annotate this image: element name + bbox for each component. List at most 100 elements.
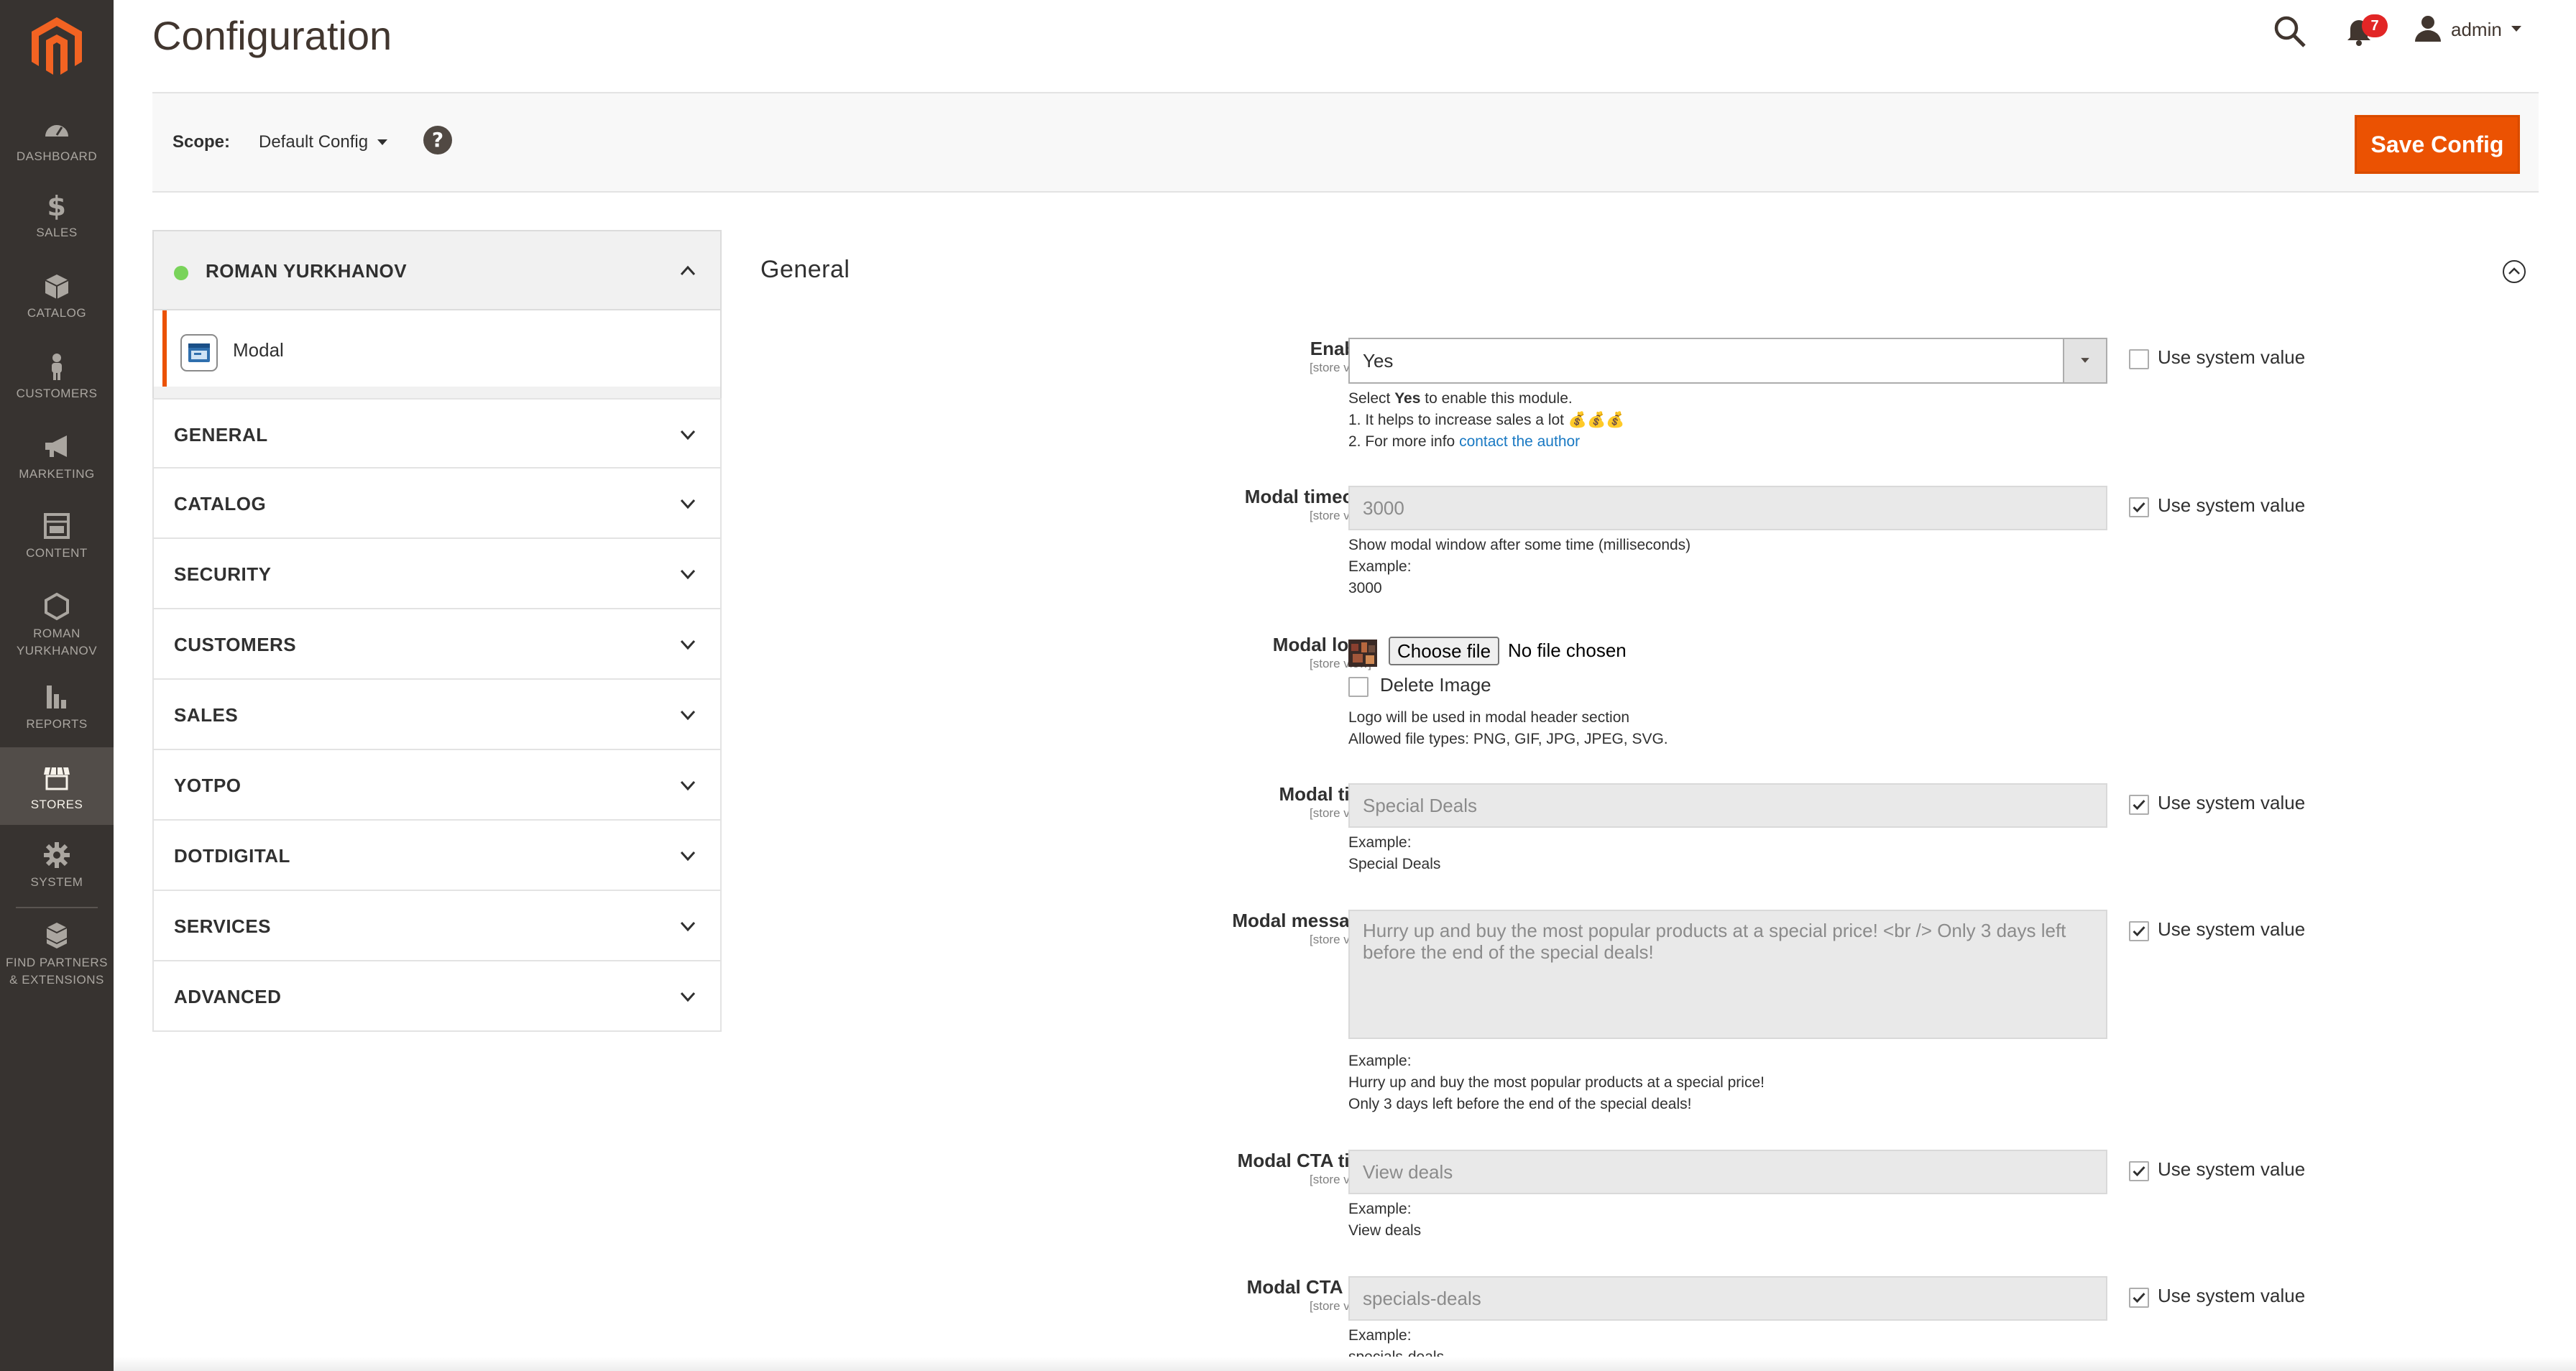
use-system-value-label: Use system value: [2158, 346, 2306, 368]
chevron-down-icon[interactable]: [678, 917, 697, 936]
nav-item-reports[interactable]: REPORTS: [0, 683, 114, 733]
timeout-input[interactable]: 3000: [1348, 486, 2107, 530]
config-section-title[interactable]: General: [760, 256, 850, 284]
nav-label: CONTENT: [26, 546, 88, 560]
nav-item-catalog[interactable]: CATALOG: [0, 272, 114, 322]
dashboard-icon: [45, 125, 68, 137]
note-text: 2. For more info: [1348, 433, 1460, 450]
save-config-button[interactable]: Save Config: [2355, 115, 2520, 174]
nav-label: FIND PARTNERS & EXTENSIONS: [6, 956, 108, 987]
tab-section-label: GENERAL: [174, 424, 268, 446]
note-text: Show modal window after some time (milli…: [1348, 537, 1691, 553]
tab-section-label: ADVANCED: [174, 986, 282, 1007]
scroll-shadow: [114, 1357, 2576, 1371]
cta-title-input[interactable]: View deals: [1348, 1150, 2107, 1194]
scope-switcher[interactable]: Default Config: [259, 132, 368, 152]
layout-icon: [44, 513, 70, 539]
note-text: Example:: [1348, 1053, 1412, 1069]
tab-section-customers[interactable]: CUSTOMERS: [152, 609, 722, 680]
bar-chart-icon: [47, 686, 66, 708]
note-text: Example:: [1348, 1327, 1412, 1344]
chevron-down-icon[interactable]: [678, 494, 697, 513]
nav-item-roman-yurkhanov[interactable]: ROMAN YURKHANOV: [0, 592, 114, 660]
admin-sidebar: DASHBOARD $ SALES CATALOG CUSTOMERS MARK…: [0, 0, 114, 1371]
delete-image-checkbox[interactable]: [1348, 677, 1368, 697]
nav-item-customers[interactable]: CUSTOMERS: [0, 352, 114, 402]
box-icon: [45, 274, 69, 299]
use-system-value-checkbox[interactable]: [2129, 497, 2149, 517]
tab-group-roman-yurkhanov[interactable]: ROMAN YURKHANOV: [152, 230, 722, 310]
nav-item-find-partners[interactable]: FIND PARTNERS & EXTENSIONS: [0, 921, 114, 989]
tab-section-label: SERVICES: [174, 915, 272, 937]
use-system-value-checkbox[interactable]: [2129, 921, 2149, 941]
use-system-value-checkbox[interactable]: [2129, 1288, 2149, 1308]
storefront-icon: [44, 767, 70, 790]
title-input[interactable]: Special Deals: [1348, 783, 2107, 828]
tab-section-advanced[interactable]: ADVANCED: [152, 961, 722, 1032]
nav-item-dashboard[interactable]: DASHBOARD: [0, 115, 114, 165]
delete-image-label: Delete Image: [1380, 674, 1491, 696]
use-system-value-label: Use system value: [2158, 494, 2306, 516]
chevron-down-icon[interactable]: [2510, 24, 2523, 33]
field-note: Example: View deals: [1348, 1199, 2107, 1242]
nav-item-sales[interactable]: $ SALES: [0, 191, 114, 241]
use-system-value-checkbox[interactable]: [2129, 349, 2149, 369]
user-menu-name[interactable]: admin: [2451, 19, 2502, 41]
nav-item-system[interactable]: SYSTEM: [0, 841, 114, 891]
person-icon: [52, 354, 62, 380]
use-system-value-label: Use system value: [2158, 1285, 2306, 1306]
use-system-value-checkbox[interactable]: [2129, 795, 2149, 815]
page-actions-bar: Scope: Default Config ? Save Config: [152, 92, 2539, 193]
chevron-up-icon[interactable]: [678, 262, 697, 280]
logo-thumbnail[interactable]: [1348, 640, 1377, 667]
collapse-circle-icon[interactable]: [2501, 259, 2527, 285]
tab-section-general[interactable]: GENERAL: [152, 398, 722, 468]
search-icon[interactable]: [2273, 14, 2307, 49]
magento-logo-icon[interactable]: [29, 16, 85, 78]
chevron-down-icon[interactable]: [678, 987, 697, 1006]
tab-section-catalog[interactable]: CATALOG: [152, 468, 722, 539]
field-note: Example: Special Deals: [1348, 832, 2107, 875]
check-icon: [2133, 1293, 2145, 1303]
use-system-value-checkbox[interactable]: [2129, 1161, 2149, 1181]
nav-item-stores[interactable]: STORES: [0, 747, 114, 825]
chevron-down-icon[interactable]: [678, 635, 697, 654]
contact-author-link[interactable]: contact the author: [1459, 433, 1580, 450]
chevron-down-icon[interactable]: [678, 706, 697, 724]
modal-window-icon: [180, 334, 218, 371]
note-text: Example:: [1348, 558, 1412, 575]
tab-item-modal[interactable]: Modal: [152, 310, 722, 387]
nav-label: ROMAN YURKHANOV: [16, 627, 98, 657]
nav-item-content[interactable]: CONTENT: [0, 512, 114, 562]
tab-section-services[interactable]: SERVICES: [152, 891, 722, 961]
cta-url-input[interactable]: specials-deals: [1348, 1276, 2107, 1321]
note-text: Special Deals: [1348, 856, 1441, 872]
chevron-down-icon[interactable]: [678, 425, 697, 444]
chevron-down-icon[interactable]: [678, 565, 697, 583]
help-icon[interactable]: ?: [423, 125, 453, 155]
chevron-down-icon[interactable]: [678, 846, 697, 865]
hexagon-icon: [45, 592, 69, 621]
choose-file-button[interactable]: Choose file: [1389, 637, 1499, 665]
status-dot: [174, 266, 188, 280]
nav-item-marketing[interactable]: MARKETING: [0, 433, 114, 483]
note-text: Only 3 days left before the end of the s…: [1348, 1096, 1692, 1112]
nav-separator: [16, 907, 98, 908]
tab-section-label: SALES: [174, 704, 239, 726]
tab-section-yotpo[interactable]: YOTPO: [152, 750, 722, 821]
tab-section-security[interactable]: SECURITY: [152, 539, 722, 609]
tab-section-sales[interactable]: SALES: [152, 680, 722, 750]
tab-section-label: CUSTOMERS: [174, 634, 297, 655]
notification-count-badge[interactable]: 7: [2362, 14, 2388, 37]
enable-select[interactable]: Yes: [1348, 338, 2107, 384]
caret-down-icon[interactable]: [377, 138, 388, 147]
tab-section-dotdigital[interactable]: DOTDIGITAL: [152, 821, 722, 891]
message-textarea[interactable]: Hurry up and buy the most popular produc…: [1348, 910, 2107, 1039]
select-toggle[interactable]: [2063, 339, 2106, 382]
user-icon[interactable]: [2414, 14, 2442, 43]
dollar-icon: $: [47, 191, 66, 220]
field-note: Logo will be used in modal header sectio…: [1348, 707, 1668, 750]
chevron-down-icon[interactable]: [678, 776, 697, 795]
tab-section-label: SECURITY: [174, 563, 272, 585]
check-icon: [2133, 800, 2145, 811]
